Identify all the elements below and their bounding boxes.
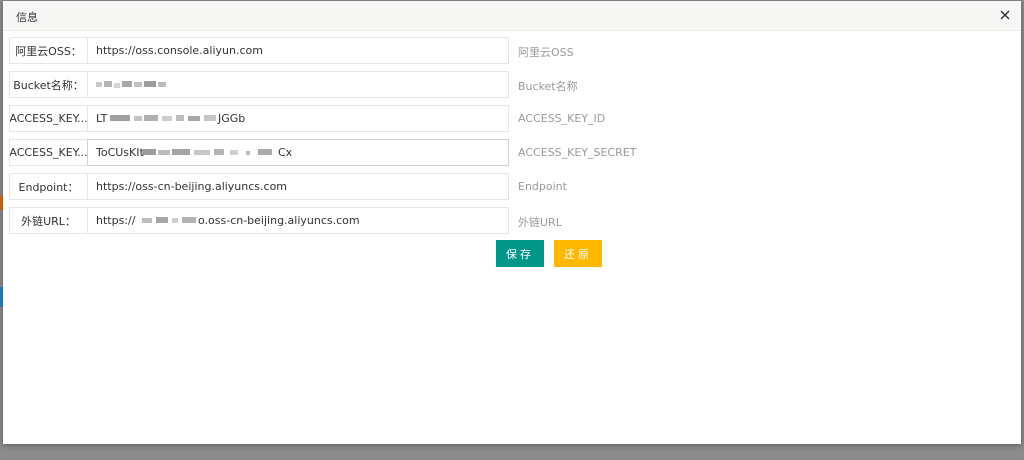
access-key-id-value-end: JGGb	[218, 112, 246, 125]
redacted-text-icon	[110, 115, 216, 121]
access-key-id-input[interactable]: LT JGGb	[87, 105, 509, 132]
access-key-id-value-start: LT	[96, 112, 108, 125]
oss-url-value: https://oss.console.aliyun.com	[96, 44, 263, 57]
form-row-external-url: 外链URL： https:// o.oss-cn-beijing.aliyunc…	[9, 207, 1017, 234]
endpoint-input[interactable]: https://oss-cn-beijing.aliyuncs.com	[87, 173, 509, 200]
dialog-title: 信息	[16, 11, 38, 24]
field-hint-endpoint: Endpoint	[518, 180, 567, 193]
field-hint-bucket: Bucket名称	[518, 80, 578, 93]
save-button[interactable]: 保存	[496, 240, 544, 267]
form-row-oss: 阿里云OSS： https://oss.console.aliyun.com 阿…	[9, 37, 1017, 64]
form-row-bucket: Bucket名称： Bucket名称	[9, 71, 1017, 98]
field-hint-access-key-id: ACCESS_KEY_ID	[518, 112, 606, 125]
field-hint-access-key-secret: ACCESS_KEY_SECRET	[518, 146, 637, 159]
access-key-secret-value-end: Cx	[278, 146, 293, 159]
field-label-oss: 阿里云OSS：	[9, 37, 88, 64]
field-label-bucket: Bucket名称：	[9, 71, 88, 98]
field-hint-oss: 阿里云OSS	[518, 46, 574, 59]
reset-button[interactable]: 还原	[554, 240, 602, 267]
field-label-endpoint: Endpoint：	[9, 173, 88, 200]
oss-url-input[interactable]: https://oss.console.aliyun.com	[87, 37, 509, 64]
form-row-endpoint: Endpoint： https://oss-cn-beijing.aliyunc…	[9, 173, 1017, 200]
field-label-external-url: 外链URL：	[9, 207, 88, 234]
external-url-input[interactable]: https:// o.oss-cn-beijing.aliyuncs.com	[87, 207, 509, 234]
external-url-value-start: https://	[96, 214, 136, 227]
redacted-text-icon	[96, 81, 166, 88]
bucket-name-input[interactable]	[87, 71, 509, 98]
form-row-access-key-id: ACCESS_KEY... LT JGGb ACCESS_KEY_ID	[9, 105, 1017, 132]
field-label-access-key-id: ACCESS_KEY...	[9, 105, 88, 132]
info-dialog: 信息 阿里云OSS： https://oss.console.aliyun.co…	[3, 1, 1021, 444]
external-url-value-end: o.oss-cn-beijing.aliyuncs.com	[198, 214, 360, 227]
endpoint-value: https://oss-cn-beijing.aliyuncs.com	[96, 180, 288, 193]
close-icon[interactable]	[997, 7, 1013, 23]
dialog-header: 信息	[3, 1, 1021, 31]
access-key-secret-input[interactable]: ToCUsKIt Cx	[87, 139, 509, 166]
redacted-text-icon	[142, 217, 196, 223]
form-row-access-key-secret: ACCESS_KEY... ToCUsKIt Cx ACCESS_KEY_SEC…	[9, 139, 1017, 166]
field-hint-external-url: 外链URL	[518, 216, 562, 229]
field-label-access-key-secret: ACCESS_KEY...	[9, 139, 88, 166]
access-key-secret-value-start: ToCUsKIt	[96, 146, 144, 159]
redacted-text-icon	[142, 149, 272, 155]
